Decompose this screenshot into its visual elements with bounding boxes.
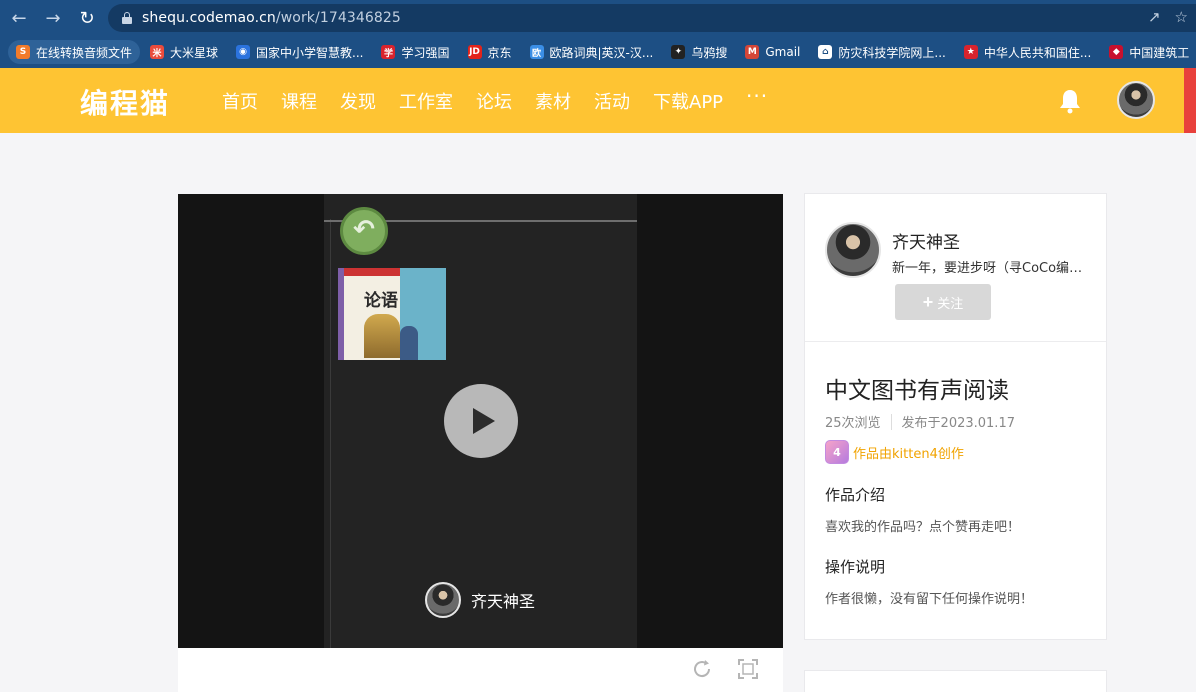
browser-toolbar: ← → ↻ shequ.codemao.cn/work/174346825 ↗ … — [0, 0, 1196, 36]
bookmark-label: 防灾科技学院网上... — [838, 45, 946, 60]
bell-icon[interactable] — [1058, 88, 1082, 114]
player-author-name: 齐天神圣 — [471, 592, 536, 611]
bookmark-favicon-icon: ✦ — [671, 45, 686, 59]
bookmark-favicon-icon: 米 — [150, 45, 165, 59]
url-text: shequ.codemao.cn/work/174346825 — [142, 10, 401, 26]
bookmark-favicon-icon: ⌂ — [818, 45, 833, 59]
nav-studio[interactable]: 工作室 — [399, 88, 453, 114]
bookmark-item[interactable]: ◆ 中国建筑工 — [1101, 40, 1196, 64]
plus-icon: + — [922, 291, 934, 312]
play-icon — [473, 408, 495, 434]
nav-materials[interactable]: 素材 — [535, 88, 571, 114]
follow-button[interactable]: + 关注 — [895, 284, 991, 320]
work-info-card: 齐天神圣 新一年，要进步呀（寻CoCo编辑器好友） +关注 中文图书有声阅读 2… — [804, 193, 1107, 640]
book-title: 论语 — [364, 291, 398, 311]
secondary-card — [804, 670, 1107, 692]
publish-date: 发布于2023.01.17 — [901, 416, 1015, 431]
bookmark-label: 京东 — [487, 45, 512, 60]
creator-tool[interactable]: 4 作品由kitten4创作 — [825, 440, 964, 464]
bookmark-item[interactable]: 欧欧路词典|英汉-汉... — [522, 40, 662, 64]
bookmark-favicon-icon: 学 — [381, 45, 396, 59]
bookmark-favicon-icon: ◉ — [236, 45, 251, 59]
url-path: /work/174346825 — [275, 10, 401, 26]
player-author-avatar — [425, 582, 461, 618]
author-name[interactable]: 齐天神圣 — [892, 228, 960, 253]
address-bar[interactable]: shequ.codemao.cn/work/174346825 ↗ ☆ — [108, 4, 1196, 32]
book-cover[interactable]: 论语 — [338, 268, 446, 360]
nav-home[interactable]: 首页 — [222, 88, 258, 114]
bookmark-favicon-icon: S — [16, 45, 30, 59]
view-count: 25次浏览 — [825, 416, 881, 431]
url-domain: shequ.codemao.cn — [142, 10, 276, 26]
nav-discover[interactable]: 发现 — [340, 88, 376, 114]
stage-divider — [330, 219, 331, 648]
lock-icon — [122, 12, 132, 24]
bookmark-label: 国家中小学智慧教... — [256, 45, 364, 60]
back-curve-icon: ↶ — [353, 214, 375, 245]
bookmark-item[interactable]: ◉ 国家中小学智慧教... — [228, 40, 371, 64]
nav-courses[interactable]: 课程 — [281, 88, 317, 114]
bookmark-label: 乌鸦搜 — [691, 45, 728, 60]
bookmark-label: 欧路词典|英汉-汉... — [549, 45, 654, 60]
instructions-text: 作者很懒，没有留下任何操作说明！ — [825, 592, 1034, 607]
reload-icon[interactable]: ↻ — [72, 3, 102, 33]
creator-label: 作品由kitten4创作 — [853, 446, 964, 462]
intro-heading: 作品介绍 — [825, 486, 886, 504]
play-button[interactable] — [444, 384, 518, 458]
bookmark-item[interactable]: JD 京东 — [460, 40, 520, 64]
bookmark-favicon-icon: ◆ — [1109, 45, 1124, 59]
work-player[interactable]: ↶ 论语 齐天神圣 — [178, 194, 783, 648]
user-avatar[interactable] — [1117, 81, 1155, 119]
site-logo[interactable]: 编程猫 — [80, 82, 170, 122]
bookmark-favicon-icon: 欧 — [529, 45, 544, 59]
bookmark-item[interactable]: ⌂ 防灾科技学院网上... — [810, 40, 953, 64]
bookmark-label: 中国建筑工 — [1129, 45, 1190, 60]
restart-icon[interactable] — [691, 658, 713, 680]
work-meta: 25次浏览 发布于2023.01.17 — [825, 412, 1015, 431]
bookmark-item[interactable]: 米大米星球 — [142, 40, 226, 64]
follow-label: 关注 — [937, 295, 964, 311]
stage-back-button[interactable]: ↶ — [340, 207, 388, 255]
forward-arrow-icon[interactable]: → — [38, 3, 68, 33]
bookmark-label: 学习强国 — [401, 45, 450, 60]
nav-forum[interactable]: 论坛 — [476, 88, 512, 114]
instructions-heading: 操作说明 — [825, 558, 886, 576]
bookmark-label: 中华人民共和国住... — [983, 45, 1092, 60]
main-nav: 首页 课程 发现 工作室 论坛 素材 活动 下载APP ··· — [222, 84, 768, 114]
bookmark-item[interactable]: ★ 中华人民共和国住... — [956, 40, 1099, 64]
player-controls — [178, 648, 783, 692]
kitten-icon: 4 — [825, 440, 849, 464]
bookmark-item[interactable]: 学学习强国 — [373, 40, 457, 64]
player-author: 齐天神圣 — [425, 582, 535, 618]
bookmark-item[interactable]: M Gmail — [737, 40, 808, 64]
nav-events[interactable]: 活动 — [594, 88, 630, 114]
bookmark-label: 在线转换音频文件 — [36, 45, 133, 60]
back-arrow-icon[interactable]: ← — [4, 3, 34, 33]
bookmark-label: Gmail — [765, 45, 801, 59]
nav-download-app[interactable]: 下载APP — [653, 88, 723, 114]
fullscreen-icon[interactable] — [737, 658, 759, 680]
site-header: 编程猫 首页 课程 发现 工作室 论坛 素材 活动 下载APP ··· — [0, 68, 1196, 133]
share-icon[interactable]: ↗ — [1148, 8, 1161, 26]
bookmark-item[interactable]: ✦ 乌鸦搜 — [663, 40, 735, 64]
side-tab — [1184, 68, 1196, 133]
bookmark-favicon-icon: JD — [467, 45, 482, 59]
bookmark-star-icon[interactable]: ☆ — [1175, 8, 1188, 26]
bookmark-item[interactable]: S 在线转换音频文件 — [8, 40, 141, 64]
more-menu-icon[interactable]: ··· — [746, 84, 768, 114]
author-avatar[interactable] — [825, 222, 881, 278]
bookmark-favicon-icon: ★ — [963, 45, 978, 59]
intro-text: 喜欢我的作品吗？点个赞再走吧！ — [825, 520, 1021, 535]
author-signature: 新一年，要进步呀（寻CoCo编辑器好友） — [892, 261, 1087, 276]
bookmarks-bar: S 在线转换音频文件米大米星球 ◉ 国家中小学智慧教... 学学习强国 JD 京东欧欧路词典… — [0, 36, 1196, 68]
bookmark-favicon-icon: M — [745, 45, 760, 59]
bookmark-label: 大米星球 — [170, 45, 219, 60]
work-title: 中文图书有声阅读 — [825, 378, 1009, 404]
card-divider — [805, 341, 1106, 342]
